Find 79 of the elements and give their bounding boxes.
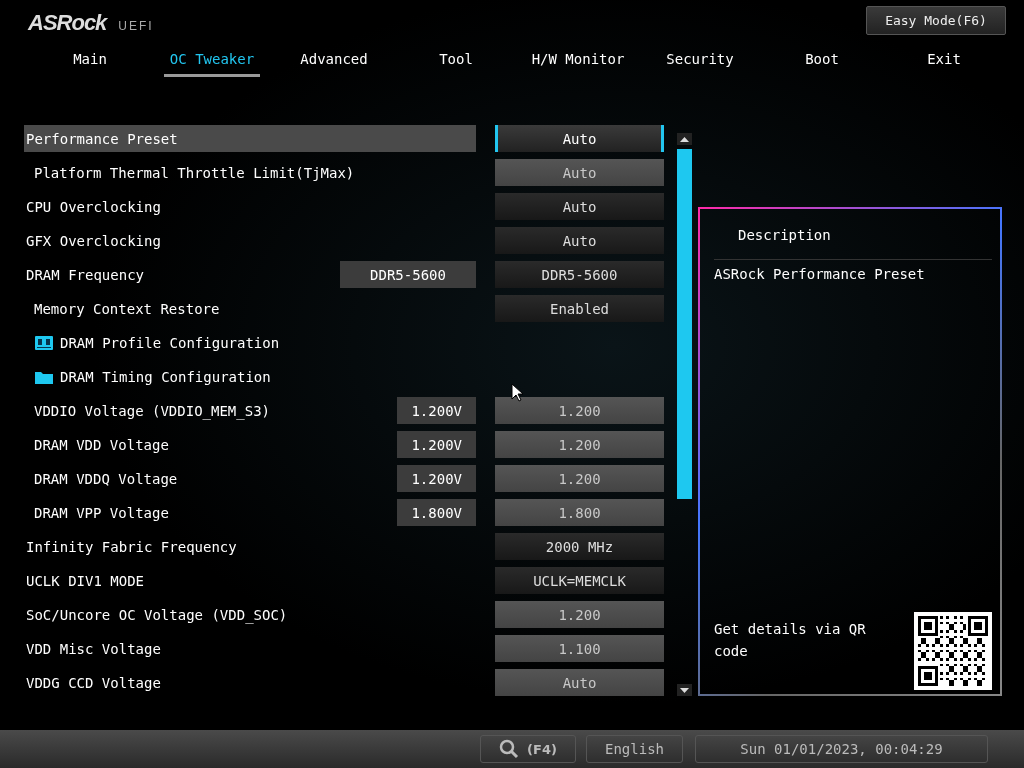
description-title: Description xyxy=(714,209,992,260)
setting-label: VDDG CCD Voltage xyxy=(26,674,161,691)
scrollbar-thumb[interactable] xyxy=(677,149,692,499)
value-field[interactable]: 1.200 xyxy=(495,397,664,424)
setting-row[interactable]: Memory Context Restore xyxy=(24,295,476,322)
uefi-label: UEFI xyxy=(118,19,154,33)
current-value: 1.200V xyxy=(397,397,476,424)
setting-label: DRAM Frequency xyxy=(26,266,144,283)
current-value: 1.200V xyxy=(397,431,476,458)
setting-label: GFX Overclocking xyxy=(26,232,161,249)
search-button[interactable]: (F4) xyxy=(480,735,576,763)
setting-label: Infinity Fabric Frequency xyxy=(26,538,237,555)
option-selector[interactable]: Auto xyxy=(495,125,664,152)
setting-label: Platform Thermal Throttle Limit(TjMax) xyxy=(34,164,355,181)
menu-tab[interactable]: Tool xyxy=(395,44,517,77)
setting-label: VDD Misc Voltage xyxy=(26,640,161,657)
menu-tab[interactable]: Advanced xyxy=(273,44,395,77)
qr-caption: Get details via QR code xyxy=(714,620,867,661)
setting-row[interactable]: VDDIO Voltage (VDDIO_MEM_S3) 1.200V xyxy=(24,397,476,424)
up-arrow-icon xyxy=(680,136,689,142)
setting-row[interactable]: VDD Misc Voltage xyxy=(24,635,476,662)
scroll-down-button[interactable] xyxy=(677,684,692,696)
mouse-cursor-icon xyxy=(511,383,523,402)
selected-setting-row[interactable]: Performance Preset xyxy=(24,125,476,152)
value-field[interactable]: 1.800 xyxy=(495,499,664,526)
setting-row[interactable]: VDDG CCD Voltage xyxy=(24,669,476,696)
current-value: 1.800V xyxy=(397,499,476,526)
setting-label: DRAM Timing Configuration xyxy=(60,368,271,385)
brand-logo: ASRock xyxy=(28,10,107,36)
setting-label: CPU Overclocking xyxy=(26,198,161,215)
setting-row[interactable]: DRAM VDDQ Voltage 1.200V xyxy=(24,465,476,492)
option-selector[interactable]: Auto xyxy=(495,227,664,254)
language-button[interactable]: English xyxy=(586,735,683,763)
setting-row[interactable]: Infinity Fabric Frequency xyxy=(24,533,476,560)
option-selector[interactable]: DDR5-5600 xyxy=(495,261,664,288)
date-time-display: Sun 01/01/2023, 00:04:29 xyxy=(695,735,988,763)
menu-tab[interactable]: Main xyxy=(29,44,151,77)
memory-module-icon xyxy=(34,334,54,351)
description-text: ASRock Performance Preset xyxy=(714,265,926,282)
setting-row[interactable]: DRAM Profile Configuration xyxy=(24,329,476,356)
setting-row[interactable]: DRAM Timing Configuration xyxy=(24,363,476,390)
scroll-up-button[interactable] xyxy=(677,133,692,145)
value-field[interactable]: 1.200 xyxy=(495,431,664,458)
setting-row[interactable]: Platform Thermal Throttle Limit(TjMax) xyxy=(24,159,476,186)
setting-row[interactable]: DRAM VPP Voltage 1.800V xyxy=(24,499,476,526)
menu-tab[interactable]: Boot xyxy=(761,44,883,77)
setting-label: DRAM Profile Configuration xyxy=(60,334,280,351)
setting-label: DRAM VDDQ Voltage xyxy=(34,470,178,487)
value-field[interactable]: Auto xyxy=(495,669,664,696)
setting-label: DRAM VPP Voltage xyxy=(34,504,169,521)
setting-row[interactable]: CPU Overclocking xyxy=(24,193,476,220)
option-selector[interactable]: Auto xyxy=(495,193,664,220)
value-field[interactable]: Auto xyxy=(495,159,664,186)
value-field[interactable]: 1.200 xyxy=(495,465,664,492)
current-value: 1.200V xyxy=(397,465,476,492)
setting-label: DRAM VDD Voltage xyxy=(34,436,169,453)
setting-label: VDDIO Voltage (VDDIO_MEM_S3) xyxy=(34,402,270,419)
setting-label: Memory Context Restore xyxy=(34,300,220,317)
value-field[interactable]: 1.100 xyxy=(495,635,664,662)
option-selector[interactable]: 2000 MHz xyxy=(495,533,664,560)
option-selector[interactable]: UCLK=MEMCLK xyxy=(495,567,664,594)
setting-row[interactable]: SoC/Uncore OC Voltage (VDD_SOC) xyxy=(24,601,476,628)
down-arrow-icon xyxy=(680,687,689,693)
option-selector[interactable]: Enabled xyxy=(495,295,664,322)
menu-tab[interactable]: OC Tweaker xyxy=(164,44,260,77)
setting-label: UCLK DIV1 MODE xyxy=(26,572,144,589)
search-icon xyxy=(499,739,520,759)
current-value: DDR5-5600 xyxy=(340,261,476,288)
menu-tab[interactable]: H/W Monitor xyxy=(517,44,639,77)
setting-row[interactable]: DRAM Frequency DDR5-5600 xyxy=(24,261,476,288)
setting-label: Performance Preset xyxy=(26,130,178,147)
setting-row[interactable]: UCLK DIV1 MODE xyxy=(24,567,476,594)
value-field[interactable]: 1.200 xyxy=(495,601,664,628)
menu-tab[interactable]: Security xyxy=(639,44,761,77)
setting-row[interactable]: DRAM VDD Voltage 1.200V xyxy=(24,431,476,458)
setting-label: SoC/Uncore OC Voltage (VDD_SOC) xyxy=(26,606,288,623)
easy-mode-button[interactable]: Easy Mode(F6) xyxy=(866,6,1006,35)
menu-tab[interactable]: Exit xyxy=(883,44,1005,77)
setting-row[interactable]: GFX Overclocking xyxy=(24,227,476,254)
